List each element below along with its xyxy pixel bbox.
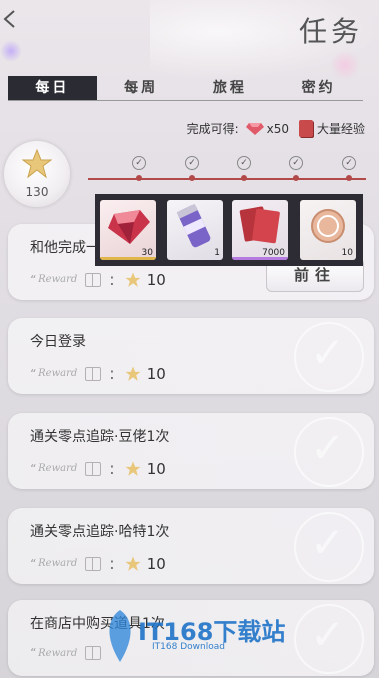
exp-card-icon bbox=[298, 120, 313, 137]
gift-icon bbox=[85, 272, 102, 287]
check-icon: ✓ bbox=[289, 156, 303, 170]
rarity-bar bbox=[232, 257, 288, 260]
milestone-dot bbox=[293, 175, 299, 181]
tab-weekly[interactable]: 每周 bbox=[97, 76, 186, 100]
milestone-2[interactable]: ✓ bbox=[185, 156, 199, 186]
sparkle-decoration bbox=[0, 40, 22, 62]
star-icon bbox=[125, 366, 141, 381]
star-badge: 130 bbox=[4, 141, 70, 207]
gift-icon bbox=[85, 366, 102, 381]
task-reward: “Reward bbox=[30, 646, 102, 660]
gift-icon bbox=[85, 556, 102, 571]
star-icon bbox=[125, 556, 141, 571]
task-reward: “Reward : 10 bbox=[30, 554, 166, 573]
reward-slot[interactable]: 10 bbox=[300, 200, 356, 260]
gem-icon bbox=[245, 122, 264, 135]
reward-label: Reward bbox=[38, 463, 78, 474]
tab-secret[interactable]: 密约 bbox=[274, 76, 363, 100]
milestone-dot bbox=[189, 175, 195, 181]
completed-seal-icon bbox=[294, 512, 364, 582]
reward-count: 10 bbox=[341, 248, 353, 258]
reward-value: 10 bbox=[146, 554, 166, 573]
milestone-4[interactable]: ✓ bbox=[289, 156, 303, 186]
reward-value: 10 bbox=[146, 270, 166, 289]
task-name: 和他完成一 bbox=[30, 240, 100, 256]
drink-can-icon bbox=[176, 203, 211, 248]
milestone-3[interactable]: ✓ bbox=[237, 156, 251, 186]
completed-seal-icon bbox=[294, 417, 364, 487]
tab-daily[interactable]: 每日 bbox=[8, 76, 97, 100]
page-title: 任务 bbox=[298, 15, 363, 48]
tab-journey[interactable]: 旅程 bbox=[186, 76, 275, 100]
gift-icon bbox=[85, 646, 102, 660]
exp-label: 大量经验 bbox=[316, 122, 365, 136]
rarity-bar bbox=[100, 257, 156, 260]
reward-preview-popup: 30 1 7000 10 bbox=[95, 194, 363, 266]
reward-label: Reward bbox=[38, 274, 78, 285]
coin-icon bbox=[311, 209, 345, 243]
star-count: 130 bbox=[25, 185, 49, 199]
task-reward: “Reward : 10 bbox=[30, 459, 166, 478]
milestone-dot bbox=[241, 175, 247, 181]
reward-label: Reward bbox=[38, 368, 78, 379]
exp-card-icon bbox=[239, 206, 280, 244]
completed-seal-icon bbox=[294, 322, 364, 392]
watermark: IT168下载站 IT168 Download bbox=[100, 608, 290, 668]
task-card: 通关零点追踪·豆佬1次 “Reward : 10 bbox=[8, 413, 374, 489]
watermark-logo bbox=[109, 610, 131, 662]
reward-label: Reward bbox=[38, 647, 78, 659]
back-button[interactable] bbox=[0, 8, 22, 30]
check-icon: ✓ bbox=[185, 156, 199, 170]
progress-track bbox=[88, 178, 366, 180]
milestone-dot bbox=[346, 175, 352, 181]
task-name: 通关零点追踪·哈特1次 bbox=[30, 524, 170, 540]
task-name: 通关零点追踪·豆佬1次 bbox=[30, 429, 170, 445]
task-reward: “Reward : 10 bbox=[30, 364, 166, 383]
check-icon: ✓ bbox=[342, 156, 356, 170]
task-name: 今日登录 bbox=[30, 334, 86, 350]
star-icon bbox=[125, 461, 141, 476]
chevron-left-icon bbox=[3, 10, 15, 28]
completion-reward: 完成可得: x50 大量经验 bbox=[187, 120, 365, 137]
gift-icon bbox=[85, 461, 102, 476]
check-icon: ✓ bbox=[132, 156, 146, 170]
task-card: 今日登录 “Reward : 10 bbox=[8, 318, 374, 394]
milestone-5[interactable]: ✓ bbox=[342, 156, 356, 186]
reward-slot[interactable]: 7000 bbox=[232, 200, 288, 260]
reward-count: 1 bbox=[214, 248, 220, 258]
task-card: 通关零点追踪·哈特1次 “Reward : 10 bbox=[8, 508, 374, 584]
tab-bar: 每日 每周 旅程 密约 bbox=[8, 76, 363, 100]
milestone-dot bbox=[136, 175, 142, 181]
reward-value: 10 bbox=[146, 364, 166, 383]
star-icon bbox=[22, 149, 52, 179]
check-icon: ✓ bbox=[237, 156, 251, 170]
completion-label: 完成可得: bbox=[186, 122, 239, 136]
reward-label: Reward bbox=[38, 558, 78, 569]
star-icon bbox=[125, 272, 141, 287]
task-reward: “Reward : 10 bbox=[30, 270, 166, 289]
reward-value: 10 bbox=[146, 459, 166, 478]
reward-slot[interactable]: 1 bbox=[167, 200, 223, 260]
gem-amount: x50 bbox=[266, 121, 289, 136]
tab-divider bbox=[8, 100, 363, 101]
reward-slot[interactable]: 30 bbox=[100, 200, 156, 260]
watermark-subtext: IT168 Download bbox=[152, 642, 225, 652]
completed-seal-icon bbox=[294, 604, 364, 674]
gem-icon bbox=[108, 210, 150, 244]
milestone-1[interactable]: ✓ bbox=[132, 156, 146, 186]
